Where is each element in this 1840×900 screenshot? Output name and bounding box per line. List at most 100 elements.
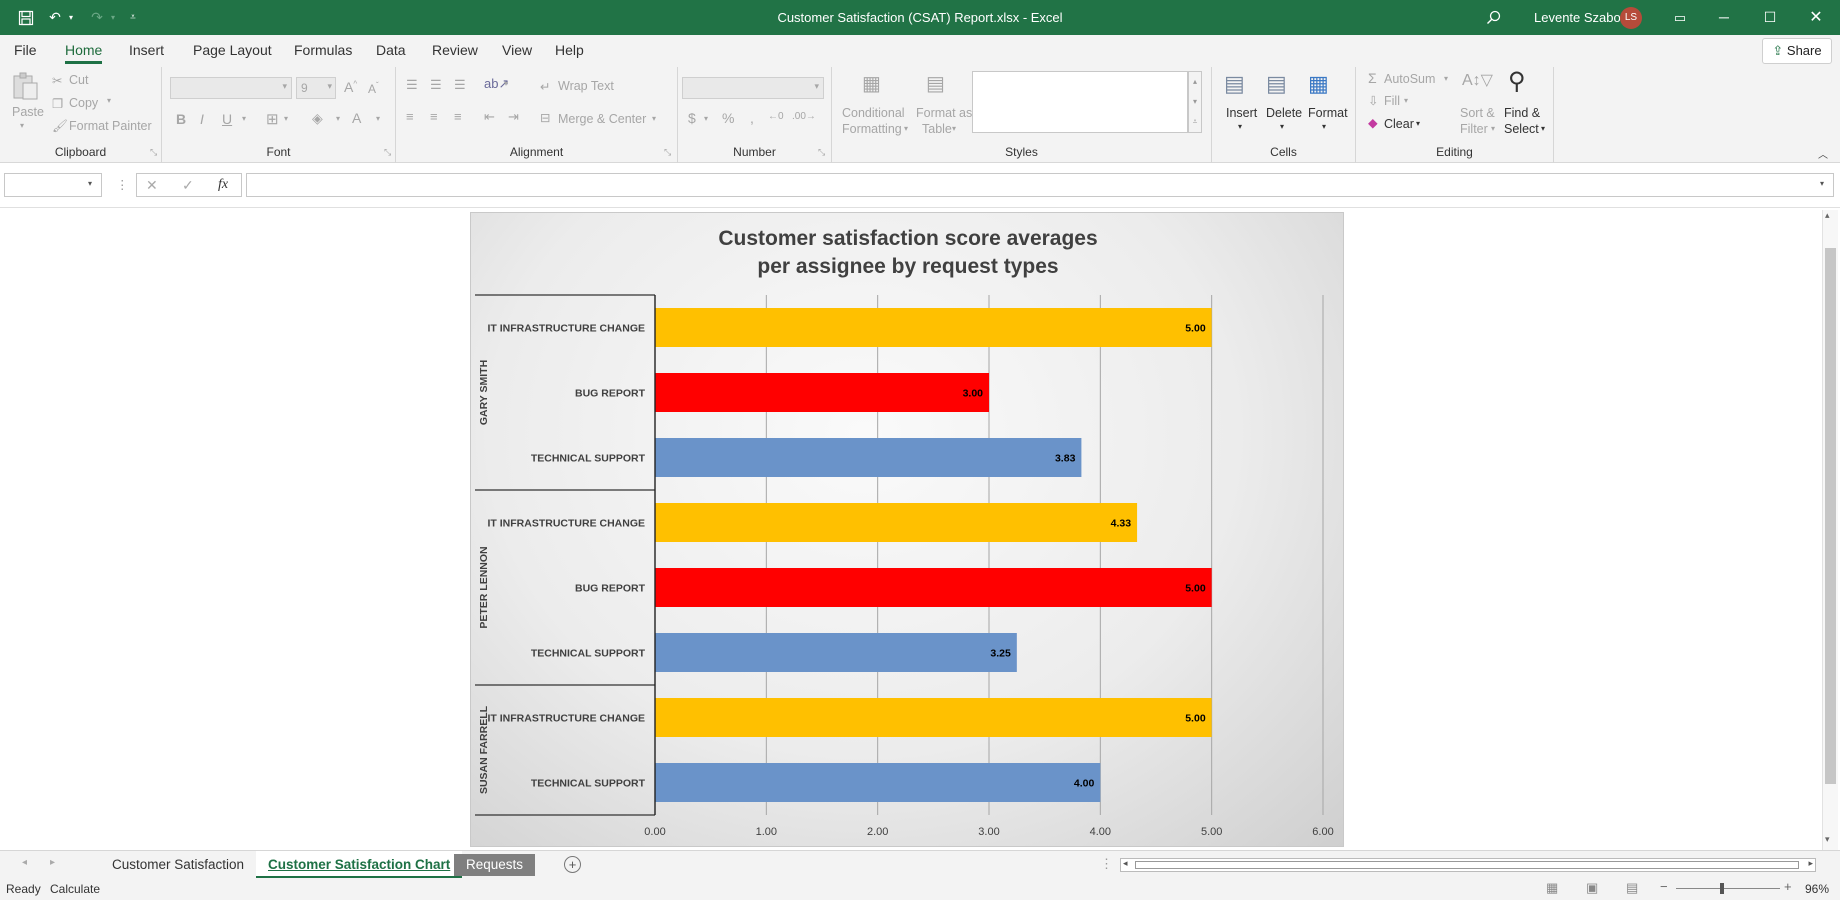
borders-icon[interactable]: ⊞ (266, 110, 279, 128)
format-as-table-label2[interactable]: Table (922, 122, 952, 136)
undo-icon[interactable]: ↶ (44, 0, 66, 35)
tab-data[interactable]: Data (376, 42, 406, 58)
prev-sheet-icon[interactable]: ◂ (22, 857, 27, 868)
comma-style-icon[interactable]: , (750, 110, 754, 126)
insert-cells-button[interactable]: Insert (1226, 106, 1257, 120)
underline-icon[interactable]: U (222, 111, 232, 127)
decrease-font-icon[interactable]: Aˇ (368, 81, 379, 96)
format-painter-button[interactable]: Format Painter (69, 119, 152, 133)
zoom-level[interactable]: 96% (1805, 882, 1829, 896)
increase-font-icon[interactable]: A^ (344, 79, 357, 95)
zoom-in-icon[interactable]: + (1784, 879, 1792, 894)
zoom-slider-thumb[interactable] (1720, 883, 1724, 894)
page-layout-view-icon[interactable]: ▣ (1586, 880, 1598, 896)
clear-dropdown-icon[interactable]: ▾ (1416, 119, 1420, 128)
decrease-decimal-icon[interactable]: .00→ (792, 111, 816, 122)
scroll-up-icon[interactable]: ▴ (1825, 210, 1830, 221)
insert-dropdown-icon[interactable]: ▾ (1238, 122, 1242, 131)
paste-dropdown-icon[interactable]: ▾ (20, 121, 24, 130)
scroll-down-icon[interactable]: ▾ (1825, 834, 1830, 845)
alignment-launcher-icon[interactable]: ⤡ (664, 147, 671, 158)
tab-split-grip-icon[interactable]: ⋮ (1100, 856, 1113, 872)
italic-icon[interactable]: I (200, 111, 204, 127)
avatar[interactable]: LS (1620, 7, 1642, 29)
increase-indent-icon[interactable]: ⇥ (508, 109, 519, 125)
merge-center-button[interactable]: Merge & Center (558, 112, 646, 126)
paste-button[interactable]: Paste (12, 105, 44, 119)
format-as-table-button[interactable]: Format as (916, 106, 972, 120)
new-sheet-icon[interactable]: + (564, 856, 581, 873)
conditional-formatting-label2[interactable]: Formatting (842, 122, 902, 136)
orientation-dropdown-icon[interactable]: ▾ (504, 79, 508, 88)
tab-insert[interactable]: Insert (129, 42, 164, 58)
close-icon[interactable]: ✕ (1804, 0, 1828, 35)
collapse-ribbon-icon[interactable]: ︿ (1818, 146, 1828, 161)
cut-button[interactable]: Cut (69, 73, 88, 87)
undo-dropdown-icon[interactable]: ▾ (66, 0, 76, 35)
fill-dropdown-icon[interactable]: ▾ (1404, 96, 1408, 105)
tab-formulas[interactable]: Formulas (294, 42, 352, 58)
font-launcher-icon[interactable]: ⤡ (384, 147, 391, 158)
underline-dropdown-icon[interactable]: ▾ (242, 114, 246, 123)
zoom-slider[interactable] (1676, 888, 1780, 889)
font-size-field[interactable]: 9 ▾ (296, 77, 336, 99)
tab-file[interactable]: File (14, 42, 37, 58)
copy-dropdown-icon[interactable]: ▾ (107, 96, 111, 105)
conditional-dropdown-icon[interactable]: ▾ (904, 124, 908, 133)
zoom-out-icon[interactable]: − (1660, 879, 1668, 894)
search-icon[interactable] (1482, 0, 1504, 35)
align-top-icon[interactable]: ☰ (406, 77, 418, 93)
minimize-icon[interactable]: ─ (1712, 0, 1736, 35)
delete-cells-button[interactable]: Delete (1266, 106, 1302, 120)
find-select-button[interactable]: Find & (1504, 106, 1540, 120)
align-right-icon[interactable]: ≡ (454, 109, 462, 124)
save-icon[interactable] (12, 0, 40, 35)
align-middle-icon[interactable]: ☰ (430, 77, 442, 93)
format-cells-button[interactable]: Format (1308, 106, 1348, 120)
sort-filter-button[interactable]: Sort & (1460, 106, 1495, 120)
fill-button[interactable]: Fill (1384, 94, 1400, 108)
copy-button[interactable]: Copy (69, 96, 98, 110)
number-launcher-icon[interactable]: ⤡ (818, 147, 825, 158)
cancel-entry-icon[interactable]: ✕ (146, 177, 158, 194)
fill-color-icon[interactable]: ◈ (312, 110, 323, 127)
styles-gallery-scroll[interactable]: ▴ ▾ ⩡ (1188, 71, 1202, 133)
tab-review[interactable]: Review (432, 42, 478, 58)
font-color-icon[interactable]: A (352, 110, 361, 126)
currency-dropdown-icon[interactable]: ▾ (704, 114, 708, 123)
scroll-right-icon[interactable]: ▸ (1808, 858, 1813, 869)
percent-icon[interactable]: % (722, 110, 734, 126)
align-center-icon[interactable]: ≡ (430, 109, 438, 124)
decrease-indent-icon[interactable]: ⇤ (484, 109, 495, 125)
page-break-view-icon[interactable]: ▤ (1626, 880, 1638, 896)
autosum-button[interactable]: AutoSum (1384, 72, 1435, 86)
clear-button[interactable]: Clear (1384, 117, 1414, 131)
number-format-dropdown-icon[interactable]: ▾ (814, 81, 819, 92)
expand-formula-bar-icon[interactable]: ▾ (1820, 179, 1824, 188)
align-bottom-icon[interactable]: ☰ (454, 77, 466, 93)
insert-function-icon[interactable]: fx (218, 177, 228, 193)
find-select-label2[interactable]: Select (1504, 122, 1539, 136)
sort-dropdown-icon[interactable]: ▾ (1491, 124, 1495, 133)
borders-dropdown-icon[interactable]: ▾ (284, 114, 288, 123)
vertical-scrollbar[interactable]: ▴ ▾ (1822, 210, 1838, 850)
increase-decimal-icon[interactable]: ←0 (768, 111, 784, 122)
tab-help[interactable]: Help (555, 42, 584, 58)
font-color-dropdown-icon[interactable]: ▾ (376, 114, 380, 123)
redo-icon[interactable]: ↷ (86, 0, 108, 35)
name-box-dropdown-icon[interactable]: ▾ (88, 179, 92, 188)
formula-input[interactable] (246, 173, 1834, 197)
maximize-icon[interactable]: ☐ (1758, 0, 1782, 35)
next-sheet-icon[interactable]: ▸ (50, 857, 55, 868)
conditional-formatting-button[interactable]: Conditional (842, 106, 905, 120)
sort-filter-label2[interactable]: Filter (1460, 122, 1488, 136)
customize-quick-access-icon[interactable]: ⩡ (126, 0, 140, 35)
chart-area[interactable]: Customer satisfaction score averages per … (470, 212, 1344, 847)
font-size-dropdown-icon[interactable]: ▾ (327, 81, 332, 92)
tab-view[interactable]: View (502, 42, 532, 58)
ribbon-display-options-icon[interactable]: ▭ (1668, 0, 1692, 35)
wrap-text-button[interactable]: Wrap Text (558, 79, 614, 93)
bold-icon[interactable]: B (176, 111, 186, 127)
confirm-entry-icon[interactable]: ✓ (182, 177, 194, 194)
sheet-tab-customer-satisfaction[interactable]: Customer Satisfaction (100, 851, 256, 878)
